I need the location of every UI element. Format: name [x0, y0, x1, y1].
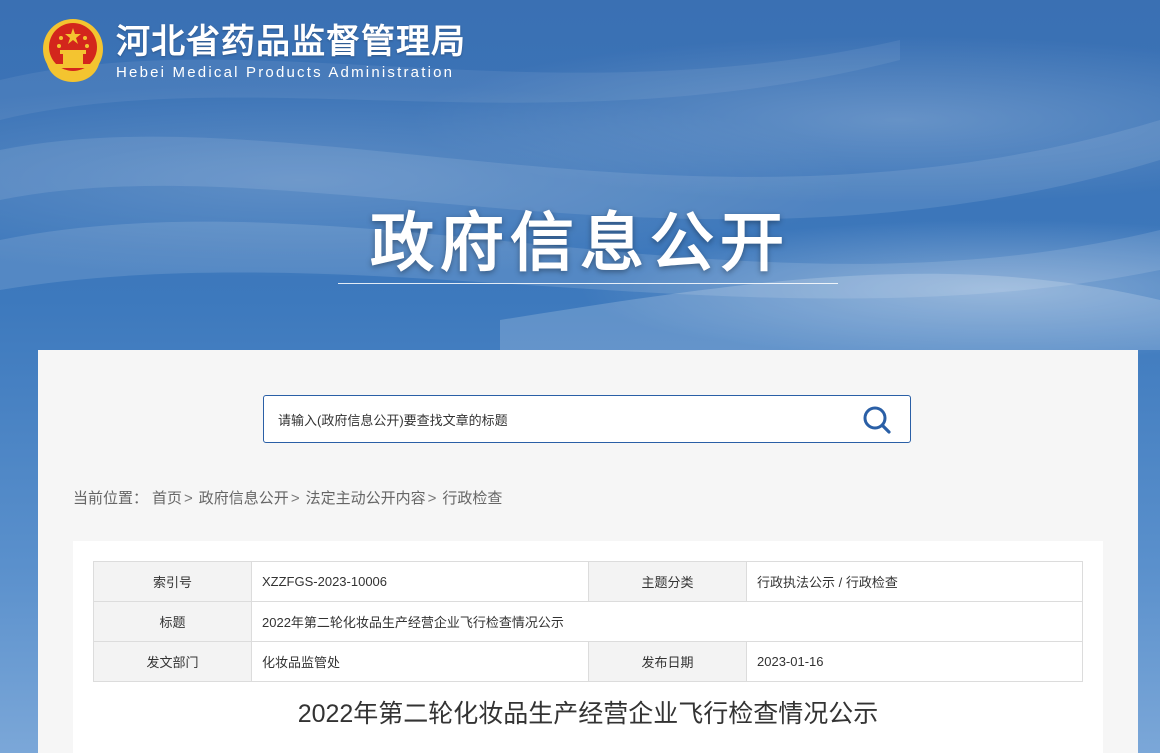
- breadcrumb: 当前位置： 首页 > 政府信息公开 > 法定主动公开内容 > 行政检查: [73, 487, 502, 508]
- date-value: 2023-01-16: [746, 641, 1083, 682]
- breadcrumb-statutory-content[interactable]: 法定主动公开内容: [306, 490, 426, 507]
- main-panel: 当前位置：首页>政府信息公开>法定主动公开内容>行政检查 索引号 XZZFGS-…: [38, 350, 1138, 753]
- search-bar: [263, 395, 911, 444]
- topic-value: 行政执法公示 / 行政检查: [746, 561, 1083, 602]
- search-icon[interactable]: [862, 405, 892, 435]
- national-emblem-icon: [43, 19, 103, 82]
- hero-divider: [338, 283, 838, 284]
- breadcrumb-label: 当前位置：: [73, 490, 149, 507]
- search-input[interactable]: [276, 396, 840, 444]
- article-content: 索引号 XZZFGS-2023-10006 主题分类 行政执法公示 / 行政检查…: [73, 541, 1103, 753]
- article-title: 2022年第二轮化妆品生产经营企业飞行检查情况公示: [297, 700, 879, 728]
- breadcrumb-separator: >: [184, 490, 193, 507]
- site-name-cn: 河北省药品监督管理局: [116, 21, 466, 62]
- article-meta-table: 索引号 XZZFGS-2023-10006 主题分类 行政执法公示 / 行政检查…: [93, 561, 1083, 682]
- index-label: 索引号: [93, 561, 252, 602]
- dept-label: 发文部门: [93, 641, 252, 682]
- title-value: 2022年第二轮化妆品生产经营企业飞行检查情况公示: [251, 601, 1083, 642]
- dept-value: 化妆品监管处: [251, 641, 589, 682]
- hero-title: 政府信息公开: [370, 207, 790, 281]
- table-row: 标题 2022年第二轮化妆品生产经营企业飞行检查情况公示: [93, 601, 1083, 642]
- breadcrumb-separator: >: [290, 490, 300, 507]
- site-logo[interactable]: 河北省药品监督管理局 Hebei Medical Products Admini…: [40, 16, 466, 86]
- date-label: 发布日期: [588, 641, 747, 682]
- topic-label: 主题分类: [588, 561, 747, 602]
- table-row: 索引号 XZZFGS-2023-10006 主题分类 行政执法公示 / 行政检查: [93, 561, 1083, 602]
- site-name-en: Hebei Medical Products Administration: [116, 63, 455, 81]
- breadcrumb-separator: >: [427, 490, 437, 507]
- breadcrumb-gov-info[interactable]: 政府信息公开: [199, 490, 289, 507]
- table-row: 发文部门 化妆品监管处 发布日期 2023-01-16: [93, 641, 1083, 682]
- breadcrumb-home[interactable]: 首页: [152, 490, 182, 507]
- breadcrumb-admin-inspection[interactable]: 行政检查: [442, 490, 502, 507]
- title-label: 标题: [93, 601, 252, 642]
- index-value: XZZFGS-2023-10006: [251, 561, 589, 602]
